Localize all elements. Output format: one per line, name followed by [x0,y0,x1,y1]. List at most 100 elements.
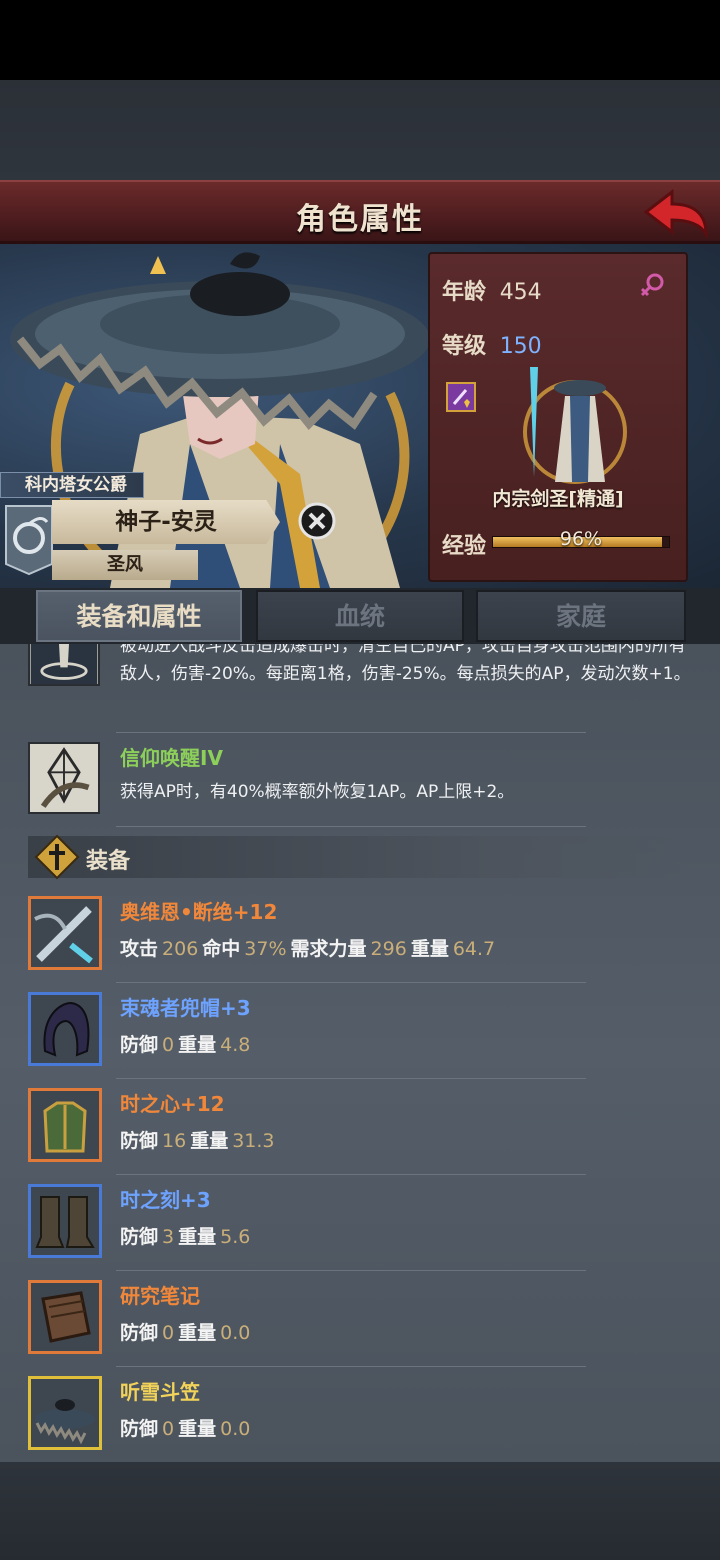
skill-description: 获得AP时，有40%概率额外恢复1AP。AP上限+2。 [120,782,515,802]
stat-value: 296 [370,938,407,960]
divider [116,1270,586,1271]
divider [116,1366,586,1367]
stat-value: 16 [162,1130,187,1152]
divider [116,1174,586,1175]
stat-label: 需求力量 [290,938,367,960]
stat-value: 0.0 [220,1418,251,1440]
item-name: 奥维恩•断绝+12 [120,896,277,925]
item-plus: +3 [180,1188,211,1212]
stat-value: 5.6 [220,1226,251,1248]
stat-label: 重量 [178,1322,217,1344]
bottom-backdrop [0,1462,720,1560]
item-stats: 防御 0 重量 0.0 [120,1318,254,1345]
equipment-item[interactable]: 研究笔记 防御 0 重量 0.0 [28,1280,692,1356]
stats-panel: 年龄 454 等级 150 内宗剑圣[精通] 经验 96% [428,252,688,582]
hood-icon [28,992,102,1066]
exp-value: 96% [559,528,603,550]
level-value: 150 [499,334,542,359]
class-badge-icon[interactable] [446,382,476,412]
stat-label: 防御 [120,1322,159,1344]
rank-title: 科内塔女公爵 [0,472,144,498]
age-label: 年龄 [442,280,487,305]
tab-family[interactable]: 家庭 [476,590,686,642]
exp-label: 经验 [442,534,487,559]
divider [116,1078,586,1079]
stat-value: 37% [244,938,287,960]
class-figure [523,367,627,484]
equipment-section-header: 装备 [28,834,692,880]
status-bar [0,0,720,80]
content-list[interactable]: 被动进入战斗反击造成爆击时，清空自己的AP，攻击自身攻击范围内的所有敌人，伤害-… [0,644,720,1462]
page-title: 角色属性 [296,202,424,237]
item-name: 研究笔记 [120,1280,200,1309]
stat-value: 0 [162,1034,175,1056]
item-name-text: 时之心 [120,1092,180,1116]
item-plus: +12 [232,900,278,924]
close-icon[interactable] [298,502,336,540]
character-subtitle: 圣风 [52,550,198,580]
item-name-text: 听雪斗笠 [120,1380,200,1404]
stat-label: 防御 [120,1226,159,1248]
item-name-text: 束魂者兜帽 [120,996,220,1020]
stat-value: 0.0 [220,1322,251,1344]
tab-bloodline[interactable]: 血统 [256,590,464,642]
equipment-item[interactable]: 听雪斗笠 防御 0 重量 0.0 [28,1376,692,1452]
stat-value: 4.8 [220,1034,251,1056]
stat-label: 命中 [202,938,241,960]
item-name: 听雪斗笠 [120,1376,200,1405]
skill-item[interactable]: 被动进入战斗反击造成爆击时，清空自己的AP，攻击自身攻击范围内的所有敌人，伤害-… [28,644,692,722]
equipment-item[interactable]: 束魂者兜帽+3 防御 0 重量 4.8 [28,992,692,1068]
stat-label: 重量 [178,1034,217,1056]
cross-icon [34,834,80,880]
faith-awakening-icon [28,742,100,814]
class-name: 内宗剑圣[精通] [492,488,624,510]
title-bar: 角色属性 [0,180,720,244]
item-name: 时之刻+3 [120,1184,211,1213]
back-arrow-icon[interactable] [644,188,710,238]
skill-name: 信仰唤醒IV [120,746,223,770]
equipment-item[interactable]: 奥维恩•断绝+12 攻击 206 命中 37% 需求力量 296 重量 64.7 [28,896,692,972]
divider [116,826,586,827]
item-stats: 防御 3 重量 5.6 [120,1222,254,1249]
backdrop [0,80,720,180]
stat-label: 重量 [410,938,449,960]
equipment-item[interactable]: 时之心+12 防御 16 重量 31.3 [28,1088,692,1164]
skill-counter-icon [28,644,100,686]
section-title: 装备 [86,849,131,874]
level-row: 等级 150 [442,328,542,360]
item-plus: +3 [220,996,251,1020]
boots-icon [28,1184,102,1258]
skill-description: 被动进入战斗反击造成爆击时，清空自己的AP，攻击自身攻击范围内的所有敌人，伤害-… [120,644,691,684]
stat-label: 防御 [120,1418,159,1440]
female-icon [640,273,664,297]
stat-value: 3 [162,1226,175,1248]
age-value: 454 [499,280,542,305]
clan-emblem-icon [5,505,53,576]
stat-label: 重量 [178,1418,217,1440]
item-name-text: 奥维恩•断绝 [120,900,233,924]
straw-hat-icon [28,1376,102,1450]
level-label: 等级 [442,334,487,359]
item-stats: 防御 0 重量 4.8 [120,1030,254,1057]
character-name: 神子-安灵 [52,500,280,544]
stat-label: 重量 [190,1130,229,1152]
stat-label: 攻击 [120,938,159,960]
item-stats: 防御 16 重量 31.3 [120,1126,279,1153]
divider [116,732,586,733]
book-icon [28,1280,102,1354]
tab-bar: 装备和属性 血统 家庭 [0,588,720,644]
stat-value: 0 [162,1418,175,1440]
item-name: 束魂者兜帽+3 [120,992,251,1021]
equipment-item[interactable]: 时之刻+3 防御 3 重量 5.6 [28,1184,692,1260]
stat-value: 64.7 [452,938,496,960]
stat-value: 0 [162,1322,175,1344]
armor-icon [28,1088,102,1162]
item-name: 时之心+12 [120,1088,225,1117]
skill-item[interactable]: 信仰唤醒IV 获得AP时，有40%概率额外恢复1AP。AP上限+2。 [28,742,692,818]
stat-value: 31.3 [232,1130,275,1152]
tab-equipment-attributes[interactable]: 装备和属性 [36,590,242,642]
stat-value: 206 [162,938,199,960]
divider [116,982,586,983]
stat-label: 防御 [120,1034,159,1056]
item-name-text: 研究笔记 [120,1284,200,1308]
